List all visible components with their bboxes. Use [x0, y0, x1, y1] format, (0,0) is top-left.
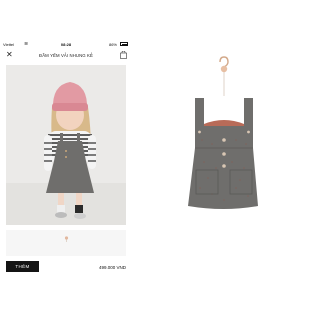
battery-icon — [120, 42, 128, 46]
pinafore-dress-image — [188, 56, 258, 209]
hanger-icon — [64, 236, 69, 242]
price-label: 499.000 VND — [98, 265, 126, 270]
add-to-bag-button[interactable]: THÊM — [6, 261, 39, 272]
product-image-panel — [132, 40, 320, 275]
phone-screen: Viettel ≋ 08:28 86% ✕ ĐẦM YẾM VẢI NHUNG … — [0, 40, 132, 275]
bag-icon[interactable] — [120, 51, 127, 59]
product-title: ĐẦM YẾM VẢI NHUNG KẺ — [39, 53, 93, 58]
status-bar: Viettel ≋ 08:28 86% — [0, 40, 132, 49]
bottom-bar: THÊM 499.000 VND — [0, 258, 132, 275]
battery-percent: 86% — [108, 42, 117, 47]
hanger-icon — [219, 56, 229, 96]
thumbnail-strip[interactable] — [6, 230, 126, 256]
nav-bar: ✕ ĐẦM YẾM VẢI NHUNG KẺ — [0, 49, 132, 63]
product-photo[interactable] — [6, 65, 126, 225]
